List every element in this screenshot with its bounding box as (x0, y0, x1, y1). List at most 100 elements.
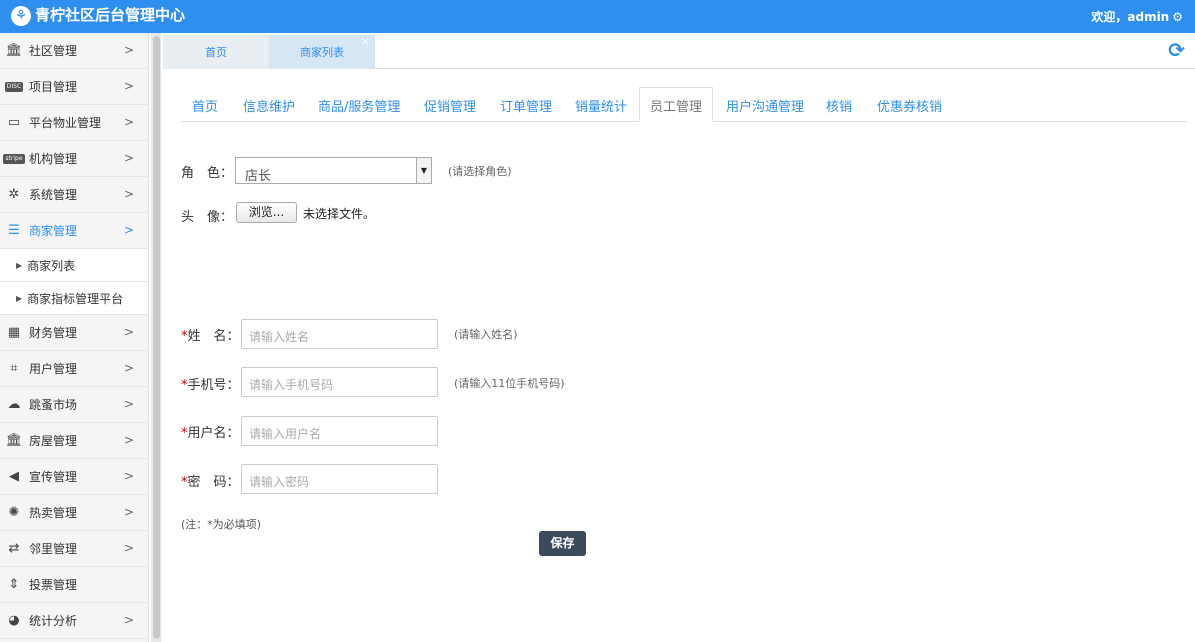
username-label: *用户名： (181, 422, 240, 441)
subnav-staff[interactable]: 员工管理 (639, 87, 714, 122)
top-header: ⚘ 青柠社区后台管理中心 欢迎，admin ⚙ (0, 0, 1195, 33)
sidebar-subitem-label: 商家指标管理平台 (27, 291, 124, 306)
gear-icon[interactable]: ⚙ (1172, 10, 1183, 24)
phone-input[interactable]: 请输入手机号码 (241, 367, 438, 397)
pinwheel-icon: ✲ (8, 187, 20, 202)
sidebar-item-merchant[interactable]: ☰ 商家管理 > (0, 213, 148, 249)
phone-label-text: 手机号： (187, 378, 240, 393)
chevron-right-icon: > (123, 397, 134, 411)
pie-chart-icon: ◕ (8, 613, 20, 628)
subnav-verification[interactable]: 核销 (826, 96, 852, 115)
subnav-promotion[interactable]: 促销管理 (424, 96, 476, 115)
name-hint: (请输入姓名) (454, 328, 518, 341)
subnav-sales-stats[interactable]: 销量统计 (575, 96, 627, 115)
no-file-text: 未选择文件。 (303, 207, 376, 221)
welcome-user[interactable]: 欢迎，admin ⚙ (1091, 8, 1183, 25)
refresh-icon[interactable]: ⟳ (1168, 38, 1185, 62)
role-hint: (请选择角色) (448, 165, 512, 178)
subnav-orders[interactable]: 订单管理 (500, 96, 552, 115)
tab-home[interactable]: 首页 (163, 35, 269, 69)
tab-merchant-list[interactable]: 商家列表 × (269, 35, 375, 69)
sidebar-item-label: 统计分析 (29, 614, 78, 628)
sidebar-item-label: 社区管理 (29, 44, 78, 58)
chevron-right-icon: > (123, 115, 134, 129)
chevron-right-icon: > (123, 223, 134, 237)
phone-hint: (请输入11位手机号码) (454, 377, 565, 390)
password-input[interactable]: 请输入密码 (241, 464, 438, 494)
sidebar-item-promotion[interactable]: ◀ 宣传管理 > (0, 459, 148, 495)
sidebar-item-users[interactable]: ⌗ 用户管理 > (0, 351, 148, 387)
triangle-right-icon: ▶ (16, 293, 23, 303)
sidebar-item-property[interactable]: ▭ 平台物业管理 > (0, 105, 148, 141)
password-placeholder: 请输入密码 (249, 475, 310, 489)
subnav-products[interactable]: 商品/服务管理 (318, 96, 400, 115)
chevron-right-icon: > (123, 613, 134, 627)
sidebar-item-statistics[interactable]: ◕ 统计分析 > (0, 603, 148, 639)
chevron-right-icon: > (123, 43, 134, 57)
chevron-right-icon: > (123, 505, 134, 519)
cloud-icon: ☁ (7, 397, 21, 412)
avatar-label: 头 像： (181, 210, 234, 225)
bank-icon: 🏛 (5, 43, 23, 58)
sidebar-subitem-merchant-list[interactable]: ▶ 商家列表 (0, 249, 148, 282)
sidebar-item-project[interactable]: DISC 项目管理 > (0, 69, 148, 105)
subnav-coupon-verification[interactable]: 优惠券核销 (877, 96, 942, 115)
sidebar-item-neighborhood[interactable]: ⇄ 邻里管理 > (0, 531, 148, 567)
sidebar-item-label: 平台物业管理 (29, 116, 102, 130)
retweet-icon: ⇄ (8, 541, 20, 556)
sidebar-item-label: 系统管理 (29, 188, 78, 202)
sidebar-item-system[interactable]: ✲ 系统管理 > (0, 177, 148, 213)
community-logo-icon: ⚘ (11, 6, 31, 26)
sidebar-item-voting[interactable]: ⇕ 投票管理 (0, 567, 148, 603)
sidebar-item-label: 机构管理 (29, 152, 78, 166)
sidebar-item-label: 跳蚤市场 (29, 398, 78, 412)
triangle-right-icon: ▶ (16, 260, 23, 270)
sidebar-subitem-label: 商家列表 (27, 258, 76, 273)
sort-icon: ⇕ (8, 577, 20, 592)
sidebar-item-flea-market[interactable]: ☁ 跳蚤市场 > (0, 387, 148, 423)
name-label-text: 姓 名： (187, 329, 240, 344)
chevron-right-icon: > (123, 433, 134, 447)
sidebar-item-finance[interactable]: ▦ 财务管理 > (0, 315, 148, 351)
sidebar-item-label: 热卖管理 (29, 506, 78, 520)
username-placeholder: 请输入用户名 (249, 427, 322, 441)
close-icon[interactable]: × (361, 24, 370, 60)
password-label-text: 密 码： (187, 475, 240, 490)
tab-label: 商家列表 (300, 46, 344, 59)
bank-icon: 🏛 (5, 433, 23, 448)
username-input[interactable]: 请输入用户名 (241, 416, 438, 446)
list-icon: ☰ (8, 223, 20, 238)
password-label: *密 码： (181, 471, 240, 490)
sidebar-item-label: 投票管理 (29, 578, 78, 592)
chevron-right-icon: > (123, 541, 134, 555)
subnav-home[interactable]: 首页 (192, 96, 218, 115)
sidebar-item-label: 邻里管理 (29, 542, 78, 556)
chevron-down-icon[interactable]: ▼ (416, 158, 431, 183)
sidebar-item-community[interactable]: 🏛 社区管理 > (0, 33, 148, 69)
sun-icon: ✺ (8, 505, 20, 520)
sidebar-item-hot-sale[interactable]: ✺ 热卖管理 > (0, 495, 148, 531)
calculator-icon: ▦ (7, 325, 21, 340)
sidebar-item-label: 财务管理 (29, 326, 78, 340)
scrollbar-thumb[interactable] (153, 36, 160, 639)
save-button[interactable]: 保存 (539, 531, 586, 556)
speaker-icon: ◀ (9, 469, 19, 484)
sidebar-subitem-merchant-metrics[interactable]: ▶ 商家指标管理平台 (0, 282, 148, 315)
app-title: 青柠社区后台管理中心 (35, 6, 186, 24)
required-note: (注：*为必填项) (181, 518, 262, 531)
subnav-user-communication[interactable]: 用户沟通管理 (726, 96, 804, 115)
sidebar: 🏛 社区管理 > DISC 项目管理 > ▭ 平台物业管理 > stripe 机… (0, 33, 149, 642)
name-input[interactable]: 请输入姓名 (241, 319, 438, 349)
name-label: *姓 名： (181, 325, 240, 344)
sidebar-scrollbar[interactable] (151, 33, 161, 642)
browse-button[interactable]: 浏览... (236, 202, 297, 223)
name-placeholder: 请输入姓名 (249, 330, 310, 344)
sidebar-item-organization[interactable]: stripe 机构管理 > (0, 141, 148, 177)
sidebar-item-housing[interactable]: 🏛 房屋管理 > (0, 423, 148, 459)
role-select[interactable]: 店长 ▼ (235, 157, 432, 184)
crop-icon: ⌗ (10, 361, 18, 376)
chevron-right-icon: > (123, 325, 134, 339)
monitor-icon: ▭ (7, 115, 21, 130)
subnav-info[interactable]: 信息维护 (243, 96, 295, 115)
stripe-icon: stripe (3, 153, 25, 164)
